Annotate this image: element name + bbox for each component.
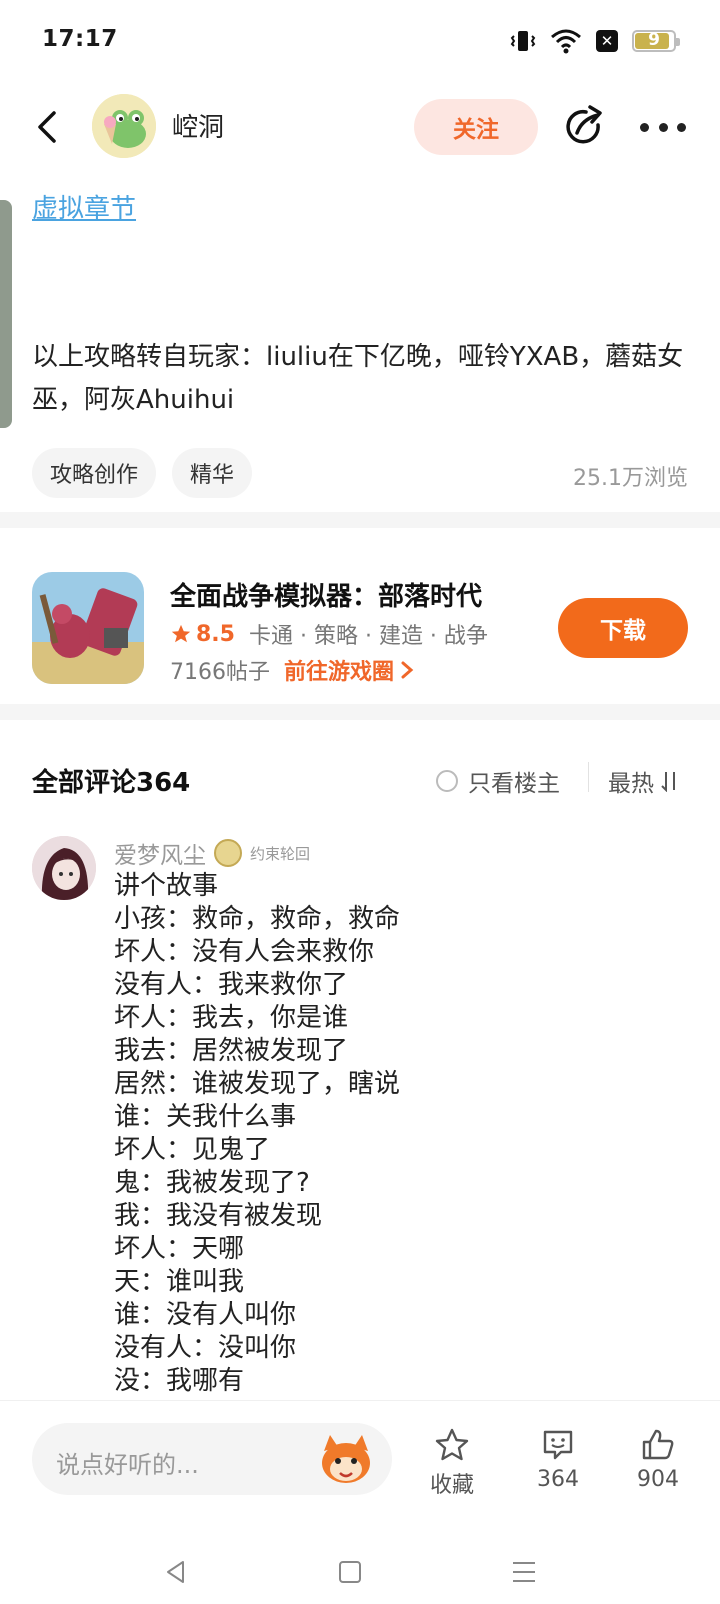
more-options-button[interactable]: [640, 105, 686, 149]
game-art-icon: [32, 572, 144, 684]
comment-line: 坏人：天哪: [114, 1234, 245, 1264]
article-credit-text: 以上攻略转自玩家：liuliu在下亿晚，哑铃YXAB，蘑菇女巫，阿灰Ahuihu…: [32, 342, 684, 415]
favorite-button[interactable]: 收藏: [412, 1427, 492, 1499]
comment-line: 坏人：见鬼了: [114, 1135, 271, 1165]
anime-avatar-icon: [32, 836, 96, 900]
more-dot: [677, 122, 686, 132]
commenter-badge: 约束轮回: [250, 844, 311, 863]
back-button[interactable]: [26, 103, 70, 151]
status-bar: 17:17 ✕ 9: [0, 0, 720, 80]
post-header: 崆洞 关注: [0, 85, 720, 169]
star-outline-icon: [435, 1428, 469, 1461]
comment-line: 居然：谁被发现了，瞎说: [114, 1069, 401, 1099]
like-button[interactable]: 904: [618, 1427, 698, 1492]
follow-button[interactable]: 关注: [414, 99, 538, 155]
favorite-label: 收藏: [429, 1473, 474, 1498]
chevron-right-icon: [401, 661, 414, 679]
square-home-icon: [339, 1561, 361, 1583]
commenter-name[interactable]: 爱梦风尘: [114, 836, 206, 870]
comment-line: 鬼：我被发现了?: [114, 1168, 310, 1198]
game-post-count: 7166帖子: [170, 660, 270, 685]
status-icons: ✕ 9: [510, 24, 680, 58]
comment-line: 天：谁叫我: [114, 1267, 245, 1297]
side-drag-handle[interactable]: [0, 200, 12, 428]
game-meta: 8.5 卡通 · 策略 · 建造 · 战争: [170, 618, 488, 650]
comment-line: 讲个故事: [114, 871, 219, 901]
section-divider: [0, 512, 720, 528]
menu-icon: [513, 1562, 535, 1582]
comment-line: 没：我哪有: [114, 1366, 245, 1396]
comment-line: 没有人：我来救你了: [114, 970, 349, 1000]
thumbs-up-icon: [642, 1429, 674, 1460]
sort-button[interactable]: 最热: [608, 764, 680, 798]
triangle-back-icon: [167, 1561, 184, 1583]
commenter-avatar[interactable]: [32, 836, 96, 900]
medal-icon: [214, 839, 242, 867]
chapter-link[interactable]: 虚拟章节: [32, 188, 136, 225]
game-posts-row: 7166帖子 前往游戏圈: [170, 654, 416, 686]
like-count: 904: [637, 1467, 679, 1492]
author-name[interactable]: 崆洞: [172, 107, 224, 144]
frog-avatar-icon: [92, 94, 156, 158]
tag-guide[interactable]: 攻略创作: [32, 448, 157, 498]
comment-icon: [543, 1430, 573, 1460]
game-genres: 卡通 · 策略 · 建造 · 战争: [248, 624, 488, 649]
comment-line: 坏人：我去，你是谁: [114, 1003, 349, 1033]
bottom-action-bar: 说点好听的... 收藏 364 904: [0, 1400, 720, 1510]
comment-line: 谁：没有人叫你: [114, 1300, 297, 1330]
comment-line: 谁：关我什么事: [114, 1102, 297, 1132]
only-op-toggle[interactable]: 只看楼主: [436, 764, 560, 798]
section-divider: [0, 704, 720, 720]
goto-game-circle-link[interactable]: 前往游戏圈: [284, 654, 394, 686]
comment-input-placeholder: 说点好听的...: [56, 1451, 199, 1479]
battery-level: 9: [648, 30, 660, 50]
mascot-emoji-icon[interactable]: [316, 1429, 376, 1489]
share-icon: [566, 105, 602, 144]
sort-icon: [661, 772, 675, 792]
sort-label: 最热: [608, 771, 654, 797]
comment-line: 小孩：救命，救命，救命: [114, 904, 401, 934]
comment-line: 坏人：没有人会来救你: [114, 937, 375, 967]
game-icon[interactable]: [32, 572, 144, 684]
comment-line: 我：我没有被发现: [114, 1201, 323, 1231]
filter-separator: [588, 762, 589, 792]
nav-back-button[interactable]: [156, 1554, 196, 1590]
status-time: 17:17: [42, 26, 118, 52]
comment-line: 没有人：没叫你: [114, 1333, 297, 1363]
game-rating: 8.5: [196, 621, 235, 647]
download-button[interactable]: 下载: [558, 598, 688, 658]
star-icon: [171, 624, 191, 643]
only-op-radio[interactable]: [436, 770, 458, 792]
more-dot: [640, 122, 649, 132]
comment-input[interactable]: 说点好听的...: [32, 1423, 392, 1495]
view-count: 25.1万浏览: [573, 466, 688, 491]
chevron-left-icon: [38, 111, 56, 143]
comment-count-button[interactable]: 364: [518, 1427, 598, 1492]
tag-featured[interactable]: 精华: [172, 448, 253, 498]
battery-icon: 9: [632, 30, 680, 52]
author-avatar[interactable]: [92, 94, 156, 158]
tag-list: 攻略创作 精华: [32, 448, 253, 498]
wifi-icon: [551, 29, 581, 54]
share-button[interactable]: [560, 103, 608, 151]
vibrate-icon: [510, 31, 536, 51]
comments-title: 全部评论364: [32, 768, 191, 798]
only-op-label: 只看楼主: [468, 771, 560, 797]
nav-menu-button[interactable]: [504, 1554, 544, 1590]
game-title[interactable]: 全面战争模拟器：部落时代: [170, 576, 482, 613]
nav-home-button[interactable]: [330, 1554, 370, 1590]
more-dot: [658, 122, 668, 132]
comment-line: 我去：居然被发现了: [114, 1036, 349, 1066]
commenter-info: 爱梦风尘 约束轮回: [114, 836, 310, 870]
comment-count: 364: [537, 1467, 579, 1492]
system-nav-bar: [0, 1540, 720, 1604]
x-app-icon: ✕: [596, 30, 618, 52]
comment-body: 讲个故事 小孩：救命，救命，救命 坏人：没有人会来救你 没有人：我来救你了 坏人…: [114, 870, 674, 1398]
